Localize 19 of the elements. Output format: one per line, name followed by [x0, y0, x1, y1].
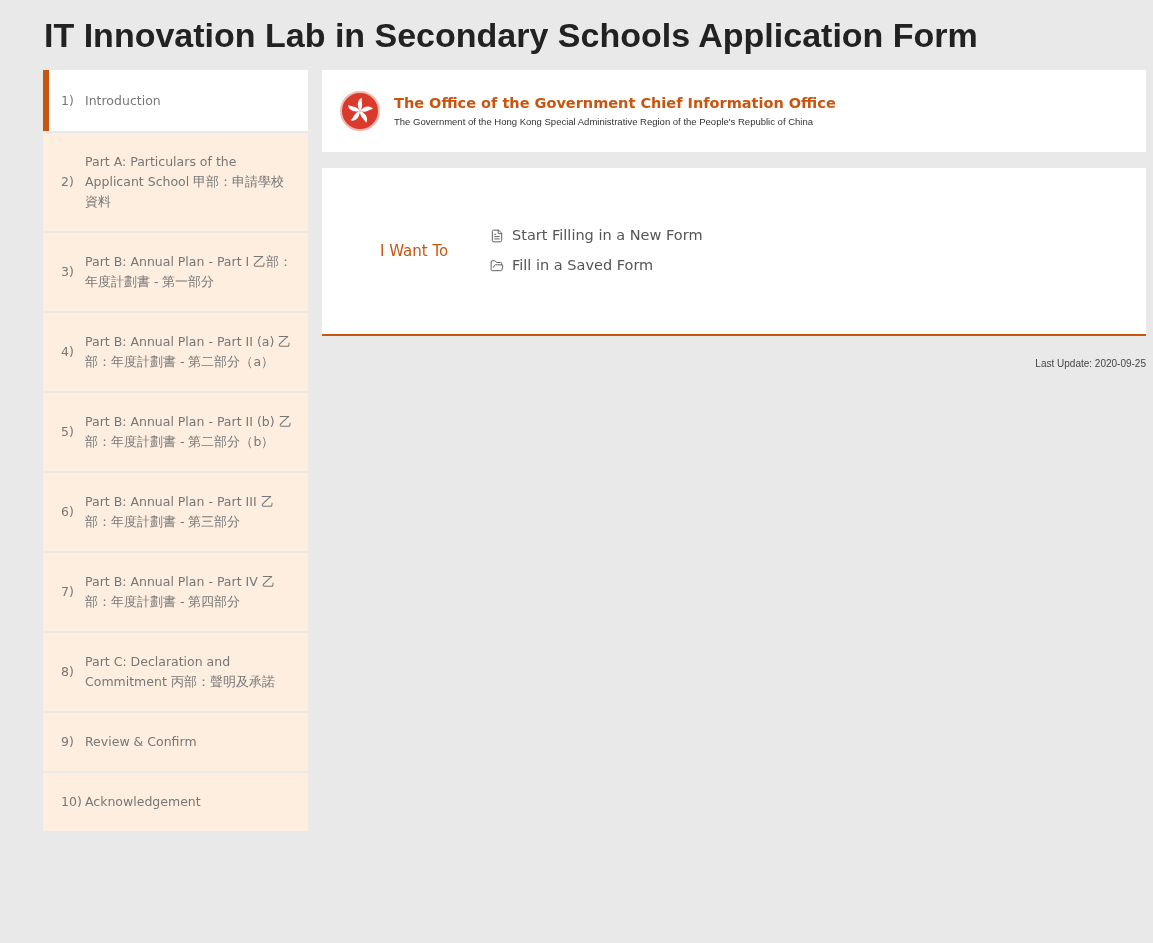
sidebar-step-item[interactable]: 1) Introduction [43, 70, 308, 131]
sidebar-step-item[interactable]: 4) Part B: Annual Plan - Part II (a) 乙部：年度計劃書 - 第二部分（a） [43, 313, 308, 391]
form-option-link[interactable]: Fill in a Saved Form [490, 255, 703, 277]
page-title: IT Innovation Lab in Secondary Schools Application Form [44, 15, 979, 56]
last-update-text: Last Update: 2020-09-25 [1035, 357, 1146, 371]
sidebar-step-item[interactable]: 6) Part B: Annual Plan - Part III 乙部：年度計劃書 - 第三部分 [43, 473, 308, 551]
bauhinia-emblem-icon [340, 91, 380, 131]
sidebar-step-item[interactable]: 5) Part B: Annual Plan - Part II (b) 乙部：年度計劃書 - 第二部分（b） [43, 393, 308, 471]
government-name: The Government of the Hong Kong Special Administrative Region of the People's Republic of China [394, 114, 814, 129]
sidebar-step-item[interactable]: 2) Part A: Particulars of the Applicant School 甲部：申請學校資料 [43, 133, 308, 231]
sidebar-step-item[interactable]: 9) Review & Confirm [43, 713, 308, 771]
form-option-link[interactable]: Start Filling in a New Form [490, 225, 703, 247]
choice-label: I Want To [380, 240, 450, 262]
document-icon [490, 229, 504, 244]
sidebar-step-item[interactable]: 3) Part B: Annual Plan - Part I 乙部：年度計劃書 - 第一部分 [43, 233, 308, 311]
office-name: The Office of the Government Chief Information Office [394, 94, 836, 113]
sidebar-step-item[interactable]: 7) Part B: Annual Plan - Part IV 乙部：年度計劃書 - 第四部分 [43, 553, 308, 631]
sidebar-step-item[interactable]: 10) Acknowledgement [43, 773, 308, 831]
folder-icon [490, 258, 504, 273]
